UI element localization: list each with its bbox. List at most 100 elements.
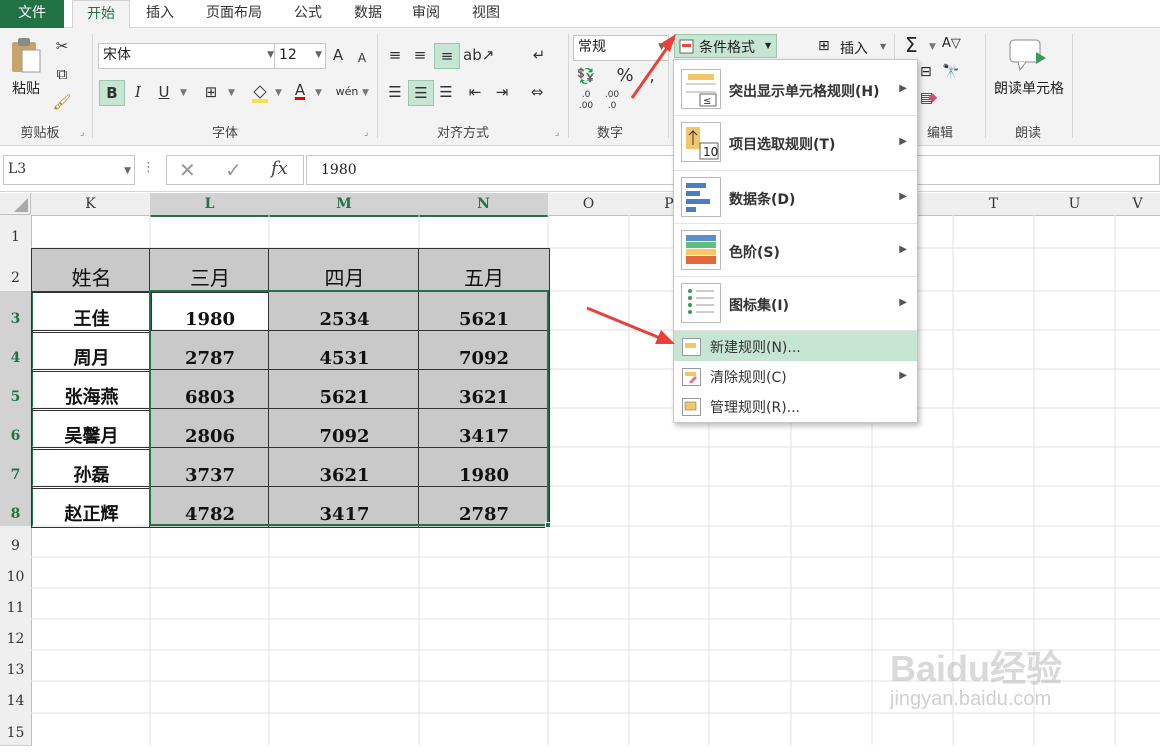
row-header-13[interactable]: 13 bbox=[0, 650, 32, 682]
menu-item-clear-rules[interactable]: 清除规则(C) ▶ bbox=[674, 361, 917, 391]
table-cell-name[interactable]: 张海燕 bbox=[31, 369, 152, 411]
column-header-v[interactable]: V bbox=[1115, 193, 1160, 216]
align-center-icon[interactable]: ☰ bbox=[408, 80, 434, 106]
table-cell-name[interactable]: 王佳 bbox=[31, 291, 152, 333]
align-left-icon[interactable]: ☰ bbox=[383, 80, 407, 104]
column-header-l[interactable]: L bbox=[150, 193, 270, 217]
chevron-down-icon[interactable]: ▼ bbox=[180, 88, 187, 98]
table-cell-value[interactable]: 4531 bbox=[268, 330, 421, 372]
tab-home[interactable]: 开始 bbox=[72, 0, 130, 31]
clear-icon[interactable]: ◆ bbox=[928, 90, 937, 104]
align-right-icon[interactable]: ☰ bbox=[434, 80, 458, 104]
chevron-down-icon[interactable]: ▼ bbox=[315, 88, 322, 98]
select-all-corner[interactable] bbox=[0, 193, 31, 215]
column-header-k[interactable]: K bbox=[31, 193, 151, 216]
alignment-launcher-icon[interactable]: ⌟ bbox=[555, 128, 559, 138]
tab-data[interactable]: 数据 bbox=[342, 0, 394, 28]
row-header-11[interactable]: 11 bbox=[0, 588, 32, 620]
insert-cells-button[interactable]: ⊞ 插入 ▼ bbox=[818, 36, 890, 60]
column-header-t[interactable]: T bbox=[953, 193, 1035, 216]
row-header-5[interactable]: 5 bbox=[0, 369, 33, 409]
table-cell-value[interactable]: 7092 bbox=[418, 330, 550, 372]
row-header-15[interactable]: 15 bbox=[0, 713, 32, 746]
find-select-icon[interactable]: 🔭 bbox=[942, 64, 959, 80]
tab-insert[interactable]: 插入 bbox=[136, 0, 184, 28]
format-painter-icon[interactable]: 🖌 bbox=[50, 90, 74, 114]
table-cell-value[interactable]: 3417 bbox=[268, 486, 421, 528]
column-header-n[interactable]: N bbox=[419, 193, 549, 217]
menu-item-new-rule[interactable]: 新建规则(N)... bbox=[674, 330, 917, 361]
row-header-9[interactable]: 9 bbox=[0, 526, 32, 558]
table-cell-value[interactable]: 2534 bbox=[268, 291, 421, 333]
fill-handle[interactable] bbox=[545, 522, 551, 528]
increase-font-icon[interactable]: A bbox=[326, 43, 350, 67]
increase-decimal-button[interactable]: .0 .00 bbox=[574, 90, 598, 114]
chevron-down-icon[interactable]: ▼ bbox=[362, 88, 369, 98]
table-cell-value[interactable]: 5621 bbox=[418, 291, 550, 333]
row-header-3[interactable]: 3 bbox=[0, 291, 33, 331]
fill-color-icon[interactable] bbox=[248, 80, 272, 104]
chevron-down-icon[interactable]: ▼ bbox=[929, 42, 936, 52]
decrease-font-icon[interactable]: A bbox=[350, 46, 374, 70]
table-cell-value[interactable]: 3417 bbox=[418, 408, 550, 450]
italic-button[interactable]: I bbox=[126, 80, 150, 104]
more-icon[interactable]: ⋮ bbox=[142, 160, 155, 175]
insert-function-button[interactable]: fx bbox=[271, 158, 288, 179]
clipboard-launcher-icon[interactable]: ⌟ bbox=[80, 128, 84, 138]
font-size-select[interactable]: 12 ▼ bbox=[274, 43, 326, 69]
sort-filter-icon[interactable]: A▽ bbox=[942, 36, 961, 51]
column-header-m[interactable]: M bbox=[269, 193, 420, 217]
row-header-4[interactable]: 4 bbox=[0, 330, 33, 370]
table-cell-value[interactable]: 3621 bbox=[418, 369, 550, 411]
menu-item-color-scales[interactable]: 色阶(S) ▶ bbox=[674, 223, 917, 276]
align-middle-icon[interactable]: ≡ bbox=[408, 43, 432, 67]
table-header-may[interactable]: 五月 bbox=[418, 248, 550, 293]
row-header-7[interactable]: 7 bbox=[0, 447, 33, 487]
table-cell-name[interactable]: 赵正辉 bbox=[31, 486, 152, 528]
align-top-icon[interactable]: ≡ bbox=[383, 43, 407, 67]
cut-icon[interactable]: ✂ bbox=[50, 34, 74, 58]
copy-icon[interactable]: ⧉ bbox=[50, 62, 74, 86]
table-cell-value[interactable]: 2787 bbox=[418, 486, 550, 528]
wrap-text-icon[interactable]: ↵ bbox=[527, 43, 551, 67]
paste-button[interactable] bbox=[8, 36, 44, 76]
table-cell-value[interactable]: 7092 bbox=[268, 408, 421, 450]
chevron-down-icon[interactable]: ▼ bbox=[228, 88, 235, 98]
align-bottom-icon[interactable]: ≡ bbox=[434, 43, 460, 69]
table-cell-name[interactable]: 吴馨月 bbox=[31, 408, 152, 450]
cancel-icon[interactable]: ✕ bbox=[179, 158, 196, 182]
table-cell-value[interactable]: 3737 bbox=[149, 447, 271, 489]
tab-file[interactable]: 文件 bbox=[0, 0, 64, 28]
bold-button[interactable]: B bbox=[99, 80, 125, 106]
row-header-1[interactable]: 1 bbox=[0, 215, 32, 249]
row-header-10[interactable]: 10 bbox=[0, 557, 32, 589]
menu-item-icon-sets[interactable]: 图标集(I) ▶ bbox=[674, 276, 917, 329]
chevron-down-icon[interactable]: ▼ bbox=[275, 88, 282, 98]
column-header-o[interactable]: O bbox=[548, 193, 630, 216]
font-launcher-icon[interactable]: ⌟ bbox=[364, 128, 368, 138]
borders-icon[interactable]: ⊞ bbox=[199, 80, 223, 104]
table-header-name[interactable]: 姓名 bbox=[31, 248, 152, 293]
menu-item-top-bottom-rules[interactable]: 10 项目选取规则(T) ▶ bbox=[674, 115, 917, 168]
table-cell-value[interactable]: 6803 bbox=[149, 369, 271, 411]
menu-item-data-bars[interactable]: 数据条(D) ▶ bbox=[674, 170, 917, 223]
phonetic-icon[interactable]: wén bbox=[335, 80, 359, 104]
row-header-8[interactable]: 8 bbox=[0, 486, 33, 527]
delete-cells-icon[interactable]: ⊟ bbox=[920, 64, 932, 80]
table-cell-name[interactable]: 孙磊 bbox=[31, 447, 152, 489]
row-header-14[interactable]: 14 bbox=[0, 681, 32, 714]
read-cells-button[interactable] bbox=[1008, 38, 1048, 78]
row-header-6[interactable]: 6 bbox=[0, 408, 33, 448]
table-cell-name[interactable]: 周月 bbox=[31, 330, 152, 372]
conditional-format-button[interactable]: 条件格式 ▼ bbox=[674, 34, 777, 58]
autosum-button[interactable]: Σ bbox=[905, 33, 918, 57]
currency-icon[interactable]: 💱 bbox=[574, 64, 598, 88]
row-header-12[interactable]: 12 bbox=[0, 619, 32, 651]
menu-item-manage-rules[interactable]: 管理规则(R)... bbox=[674, 391, 917, 421]
underline-button[interactable]: U bbox=[152, 80, 176, 104]
table-cell-value[interactable]: 1980 bbox=[149, 291, 271, 333]
font-name-select[interactable]: 宋体 ▼ bbox=[98, 43, 278, 69]
tab-review[interactable]: 审阅 bbox=[402, 0, 450, 28]
tab-page-layout[interactable]: 页面布局 bbox=[194, 0, 274, 28]
row-header-2[interactable]: 2 bbox=[0, 248, 32, 292]
